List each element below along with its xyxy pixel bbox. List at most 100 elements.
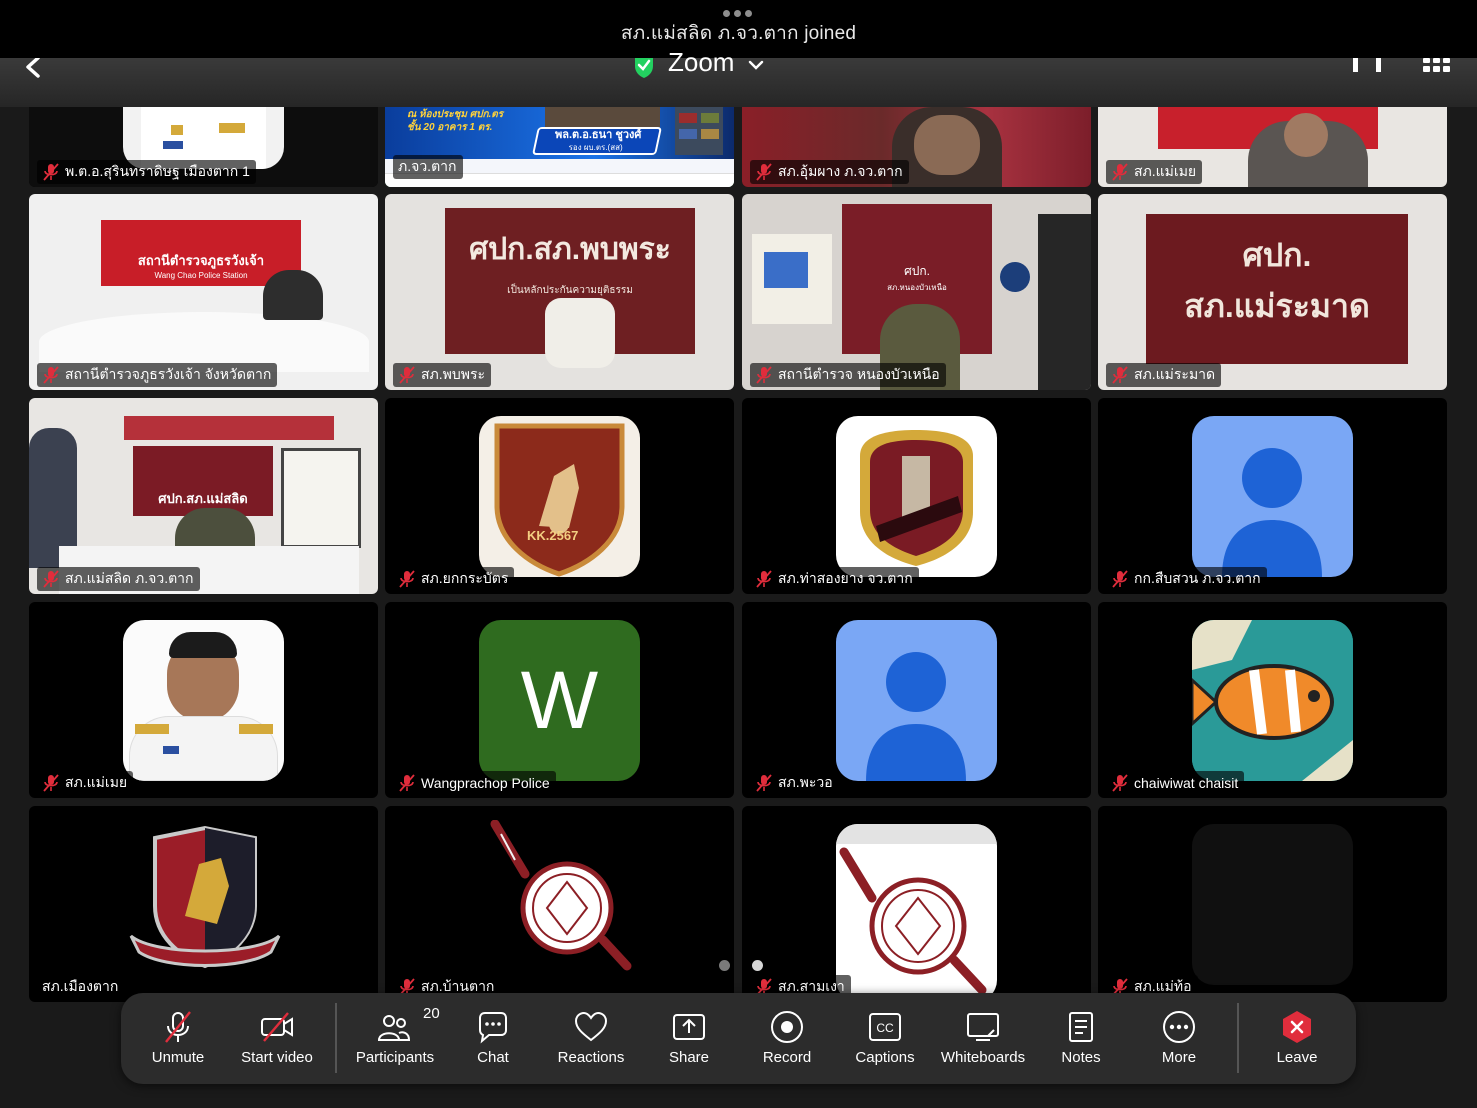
share-button[interactable]: Share [655,993,723,1084]
participants-count-badge: 20 [423,1005,440,1022]
video-tile[interactable]: สถานีตำรวจภูธรวังเจ้า Wang Chao Police S… [29,194,378,390]
police-seal-icon [839,847,987,995]
reactions-button[interactable]: Reactions [549,993,633,1084]
video-tile[interactable]: สภ.แม่ท้อ [1098,806,1447,1002]
video-tile[interactable]: สภ.เมืองตาก [29,806,378,1002]
unmute-button[interactable]: Unmute [139,993,217,1084]
participant-name-label: ภ.จว.ตาก [393,155,463,179]
chat-button[interactable]: Chat [459,993,527,1084]
video-tile[interactable]: สภ.บ้านตาก [385,806,734,1002]
page-indicator[interactable] [719,960,763,971]
captions-button[interactable]: CC Captions [848,993,922,1084]
badge-text: KK.2567 [527,528,579,543]
clownfish-icon [1192,620,1353,781]
video-tile[interactable]: W Wangprachop Police [385,602,734,798]
wall-map [752,234,832,324]
meeting-title: Zoom [668,47,735,77]
police-emblem-icon [860,430,973,566]
police-seal-avatar [836,824,997,1002]
video-off-icon [261,1012,293,1042]
leave-button[interactable]: Leave [1263,993,1331,1084]
participant-name-label: สภ.พะวอ [750,771,839,795]
muted-mic-icon [756,366,772,384]
profile-photo [123,620,284,781]
drag-handle-icon[interactable] [723,10,755,18]
muted-mic-icon [399,774,415,792]
wall-sign-top [124,416,334,440]
meeting-title-dropdown[interactable]: Zoom [634,49,764,78]
person-silhouette [263,270,323,320]
wall-map [281,448,361,548]
video-tile[interactable]: สภ.อุ้มผาง ภ.จว.ตาก [742,107,1091,187]
video-tile[interactable]: พ.ต.อ.สุรินทราดิษฐ เมืองตาก 1 [29,107,378,187]
banner-name-plate: พล.ต.อ.ธนา ชูวงศ์ รอง ผบ.ตร.(สส) [532,127,662,155]
participant-name-label: สภ.แม่สลิด ภ.จว.ตาก [37,567,200,591]
meeting-toolbar: Unmute Start video 20 Participants Chat [121,993,1356,1084]
page-dot-current[interactable] [752,960,763,971]
video-tile[interactable]: สภ.ท่าสองยาง จว.ตาก [742,398,1091,594]
muted-mic-icon [1112,774,1128,792]
back-icon[interactable] [22,58,52,88]
banner-line-2: ชั้น 20 อาคาร 1 ตร. [407,122,493,133]
participant-name-label: สภ.แม่เมย [37,771,134,795]
muted-mic-icon [399,366,415,384]
participant-name-label: พ.ต.อ.สุรินทราดิษฐ เมืองตาก 1 [37,160,256,184]
join-notification-bar: สภ.แม่สลิด ภ.จว.ตาก joined [0,0,1477,58]
meeting-header: Zoom [0,49,1477,107]
page-dot[interactable] [719,960,730,971]
video-tile[interactable]: สภ.แม่เมย [1098,107,1447,187]
avatar-initial: W [520,654,599,746]
participant-name-label: กก.สืบสวน ภ.จว.ตาก [1106,567,1267,591]
user-silhouette-icon [866,652,966,781]
police-seal-icon [490,820,632,971]
more-button[interactable]: More [1145,993,1213,1084]
record-icon [771,1011,803,1043]
initial-avatar: W [479,620,640,781]
video-tile[interactable]: ศปก. สภ.หนองบัวเหนือ สถานีตำรวจ หนองบัวเ… [742,194,1091,390]
leave-icon [1283,1011,1311,1043]
muted-mic-icon [43,366,59,384]
office-chair [545,298,615,368]
participant-name-label: สภ.เมืองตาก [42,978,119,994]
share-screen-icon [673,1014,705,1040]
whiteboards-button[interactable]: Whiteboards [935,993,1031,1084]
grid-view-icon[interactable] [1423,58,1451,78]
heart-icon [574,1011,608,1042]
police-badge-avatar: KK.2567 [479,416,640,577]
video-tile-active-speaker[interactable]: ณ ห้องประชุม ศปก.ตร ชั้น 20 อาคาร 1 ตร. … [385,107,734,187]
muted-mic-icon [43,163,59,181]
video-tile[interactable]: ศปก.สภ.แม่สลิด สภ.แม่สลิด ภ.จว.ตาก [29,398,378,594]
participant-name-label: Wangprachop Police [393,771,556,795]
police-badge-icon [494,423,625,577]
muted-mic-icon [756,570,772,588]
participant-name-label: สถานีตำรวจภูธรวังเจ้า จังหวัดตาก [37,363,278,387]
audio-icon[interactable] [1350,58,1386,78]
video-tile[interactable]: สภ.แม่เมย [29,602,378,798]
muted-mic-icon [43,774,59,792]
muted-mic-icon [43,570,59,588]
presenter-video [545,107,660,127]
video-tile[interactable]: ศปก. สภ.แม่ระมาด สภ.แม่ระมาด [1098,194,1447,390]
person-face [914,115,980,175]
record-button[interactable]: Record [753,993,821,1084]
video-tile[interactable]: กก.สืบสวน ภ.จว.ตาก [1098,398,1447,594]
video-tile[interactable]: ศปก.สภ.พบพระ เป็นหลักประกันความยุติธรรม … [385,194,734,390]
toolbar-divider [1237,1003,1239,1073]
video-tile[interactable]: สภ.พะวอ [742,602,1091,798]
notes-button[interactable]: Notes [1047,993,1115,1084]
target-poster [1000,262,1030,292]
closed-captions-icon: CC [869,1013,901,1041]
toolbar-divider [335,1003,337,1073]
participants-button[interactable]: 20 Participants [349,993,441,1084]
user-silhouette-icon [1222,448,1322,577]
dark-avatar [1192,824,1353,985]
whiteboard-icon [967,1013,999,1041]
default-user-avatar [836,620,997,781]
svg-text:CC: CC [876,1021,894,1035]
video-tile[interactable]: KK.2567 สภ.ยกกระบัตร [385,398,734,594]
video-tile[interactable]: สภ.สามเงา [742,806,1091,1002]
participant-name-label: chaiwiwat chaisit [1106,771,1245,795]
video-tile[interactable]: chaiwiwat chaisit [1098,602,1447,798]
participant-name-label: สภ.แม่ระมาด [1106,363,1222,387]
start-video-button[interactable]: Start video [233,993,321,1084]
